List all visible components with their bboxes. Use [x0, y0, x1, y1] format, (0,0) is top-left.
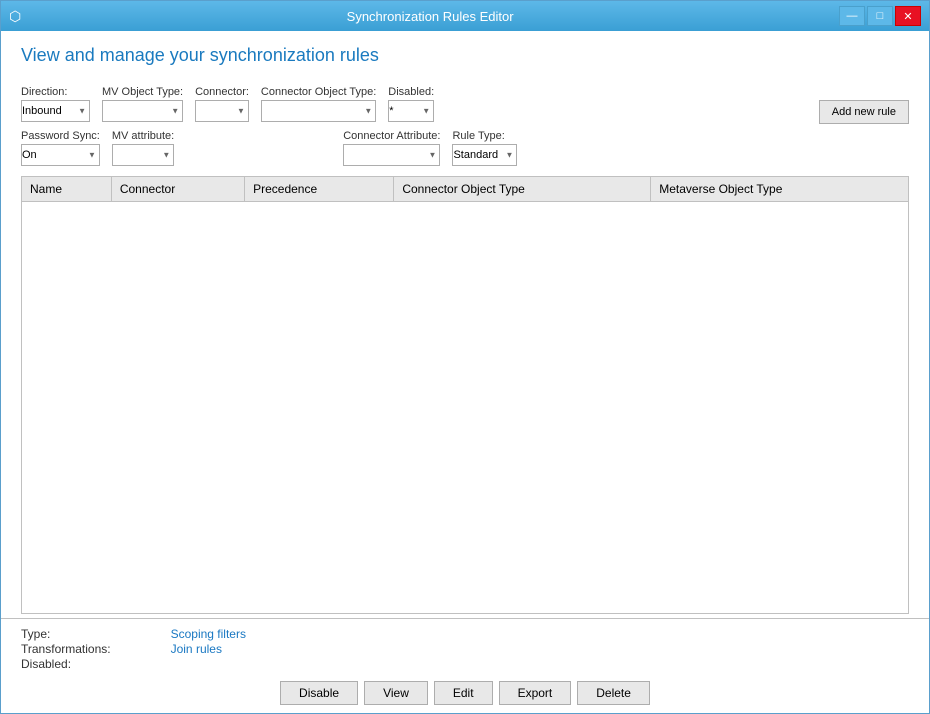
title-buttons: — □ ✕ [839, 6, 921, 26]
password-select-wrapper[interactable]: On Off [21, 144, 100, 166]
add-new-rule-button[interactable]: Add new rule [819, 100, 909, 124]
bottom-left: Type: Transformations: Disabled: [21, 627, 111, 671]
mv-object-filter-group: MV Object Type: [102, 86, 183, 122]
conn-attr-filter-group: Connector Attribute: [343, 130, 440, 166]
mv-attr-filter-group: MV attribute: [112, 130, 174, 166]
main-window: ⬡ Synchronization Rules Editor — □ ✕ Vie… [0, 0, 930, 714]
mv-attr-select[interactable] [112, 144, 174, 166]
rule-type-filter-group: Rule Type: Standard Sticky [452, 130, 517, 166]
bottom-section: Type: Transformations: Disabled: Scoping… [1, 618, 929, 713]
bottom-right: Scoping filters Join rules [171, 627, 246, 671]
mv-object-select[interactable] [102, 100, 183, 122]
direction-filter-group: Direction: Inbound Outbound [21, 86, 90, 122]
col-header-connector-obj-type: Connector Object Type [394, 177, 651, 202]
disabled-label: Disabled: [388, 86, 434, 98]
connector-select-wrapper[interactable] [195, 100, 249, 122]
sync-rules-table: Name Connector Precedence Connector Obje… [22, 177, 908, 202]
col-header-metaverse-obj-type: Metaverse Object Type [651, 177, 908, 202]
app-icon: ⬡ [9, 8, 21, 25]
connector-filter-group: Connector: [195, 86, 249, 122]
table-section: Name Connector Precedence Connector Obje… [21, 176, 909, 614]
direction-select[interactable]: Inbound Outbound [21, 100, 90, 122]
filter-section: Direction: Inbound Outbound MV Object Ty… [1, 76, 929, 172]
disable-button[interactable]: Disable [280, 681, 358, 705]
filter-row-1: Direction: Inbound Outbound MV Object Ty… [21, 86, 909, 124]
connector-label: Connector: [195, 86, 249, 98]
mv-object-select-wrapper[interactable] [102, 100, 183, 122]
col-header-connector: Connector [111, 177, 244, 202]
disabled-select-wrapper[interactable]: * [388, 100, 434, 122]
view-button[interactable]: View [364, 681, 428, 705]
content-area: View and manage your synchronization rul… [1, 31, 929, 713]
type-label: Type: [21, 627, 111, 641]
title-bar: ⬡ Synchronization Rules Editor — □ ✕ [1, 1, 929, 31]
mv-attr-select-wrapper[interactable] [112, 144, 174, 166]
action-buttons: Disable View Edit Export Delete [21, 681, 909, 705]
title-bar-left: ⬡ [9, 8, 21, 25]
conn-attr-select-wrapper[interactable] [343, 144, 440, 166]
filter-row-2: Password Sync: On Off MV attribute: [21, 130, 909, 166]
table-header-row: Name Connector Precedence Connector Obje… [22, 177, 908, 202]
conn-attr-label: Connector Attribute: [343, 130, 440, 142]
bottom-info-row: Type: Transformations: Disabled: Scoping… [21, 627, 909, 671]
window-title: Synchronization Rules Editor [347, 9, 514, 24]
transformations-label: Transformations: [21, 642, 111, 656]
edit-button[interactable]: Edit [434, 681, 493, 705]
conn-attr-select[interactable] [343, 144, 440, 166]
col-header-precedence: Precedence [245, 177, 394, 202]
direction-select-wrapper[interactable]: Inbound Outbound [21, 100, 90, 122]
password-select[interactable]: On Off [21, 144, 100, 166]
page-title: View and manage your synchronization rul… [21, 45, 909, 66]
add-rule-button-container: Add new rule [819, 86, 909, 124]
join-rules-link[interactable]: Join rules [171, 642, 246, 656]
col-header-name: Name [22, 177, 111, 202]
mv-attr-label: MV attribute: [112, 130, 174, 142]
direction-label: Direction: [21, 86, 90, 98]
rule-type-label: Rule Type: [452, 130, 517, 142]
connector-obj-select-wrapper[interactable] [261, 100, 376, 122]
connector-obj-filter-group: Connector Object Type: [261, 86, 376, 122]
disabled-select[interactable]: * [388, 100, 434, 122]
connector-select[interactable] [195, 100, 249, 122]
rule-type-select[interactable]: Standard Sticky [452, 144, 517, 166]
connector-obj-select[interactable] [261, 100, 376, 122]
export-button[interactable]: Export [499, 681, 572, 705]
rule-type-select-wrapper[interactable]: Standard Sticky [452, 144, 517, 166]
disabled-filter-group: Disabled: * [388, 86, 434, 122]
delete-button[interactable]: Delete [577, 681, 650, 705]
password-filter-group: Password Sync: On Off [21, 130, 100, 166]
close-button[interactable]: ✕ [895, 6, 921, 26]
page-header: View and manage your synchronization rul… [1, 31, 929, 76]
disabled-info-label: Disabled: [21, 657, 111, 671]
scoping-filters-link[interactable]: Scoping filters [171, 627, 246, 641]
connector-obj-label: Connector Object Type: [261, 86, 376, 98]
mv-object-label: MV Object Type: [102, 86, 183, 98]
password-label: Password Sync: [21, 130, 100, 142]
restore-button[interactable]: □ [867, 6, 893, 26]
minimize-button[interactable]: — [839, 6, 865, 26]
